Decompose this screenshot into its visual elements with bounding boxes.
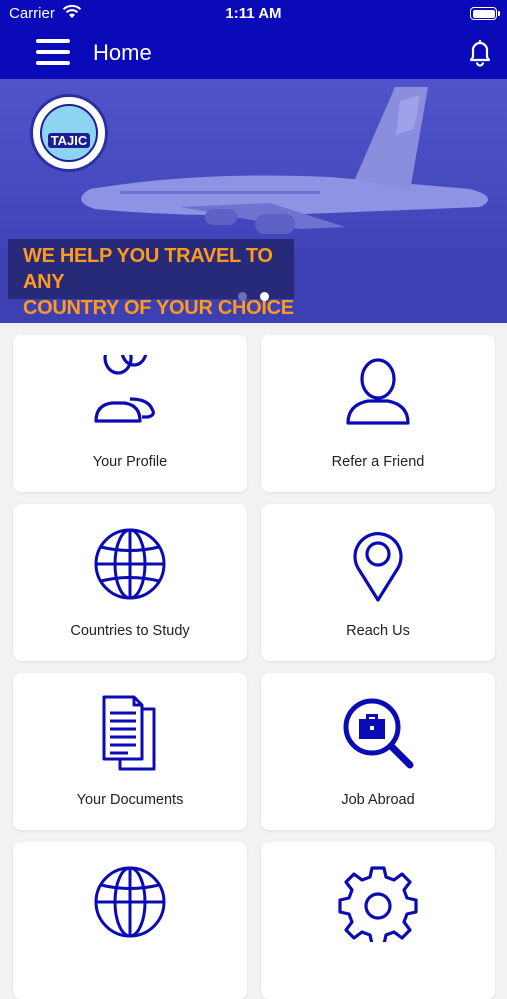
- tile-your-documents[interactable]: Your Documents: [13, 673, 247, 830]
- carousel-indicators: [238, 288, 282, 306]
- tile-label: Countries to Study: [70, 623, 190, 639]
- battery-icon: [470, 7, 500, 20]
- tile-refer-a-friend[interactable]: Refer a Friend: [261, 335, 495, 492]
- tajic-logo: TAJIC: [30, 94, 108, 172]
- status-bar: Carrier 1:11 AM: [0, 0, 507, 28]
- tile-label: Your Documents: [76, 792, 184, 808]
- hamburger-menu-icon[interactable]: [36, 39, 70, 67]
- logo-text: TAJIC: [47, 133, 91, 148]
- tile-label: Your Profile: [92, 454, 168, 470]
- page-title: Home: [93, 40, 152, 65]
- documents-icon: [102, 695, 156, 771]
- tile-reach-us[interactable]: Reach Us: [261, 504, 495, 661]
- tile-label: Job Abroad: [341, 792, 415, 808]
- carousel-dot[interactable]: [238, 292, 247, 301]
- tile-job-abroad[interactable]: Job Abroad: [261, 673, 495, 830]
- app-header: Carrier 1:11 AM Home: [0, 0, 507, 79]
- tile-globe-partial[interactable]: [13, 842, 247, 999]
- tile-label: Refer a Friend: [331, 454, 425, 470]
- promo-banner[interactable]: TAJIC WE HELP YOU TRAVEL TO ANY COUNTRY …: [0, 79, 507, 323]
- tile-countries-to-study[interactable]: Countries to Study: [13, 504, 247, 661]
- gear-icon: [338, 866, 418, 942]
- location-pin-icon: [353, 532, 403, 602]
- users-icon: [94, 355, 155, 423]
- carousel-dot-active[interactable]: [260, 292, 269, 301]
- tile-label: Reach Us: [346, 623, 410, 639]
- tile-settings-partial[interactable]: [261, 842, 495, 999]
- job-search-icon: [343, 698, 414, 769]
- tile-your-profile[interactable]: Your Profile: [13, 335, 247, 492]
- user-icon: [346, 358, 410, 425]
- status-time: 1:11 AM: [225, 5, 282, 22]
- globe-icon: [94, 528, 166, 600]
- globe-icon: [94, 866, 166, 938]
- bell-icon[interactable]: [465, 38, 495, 68]
